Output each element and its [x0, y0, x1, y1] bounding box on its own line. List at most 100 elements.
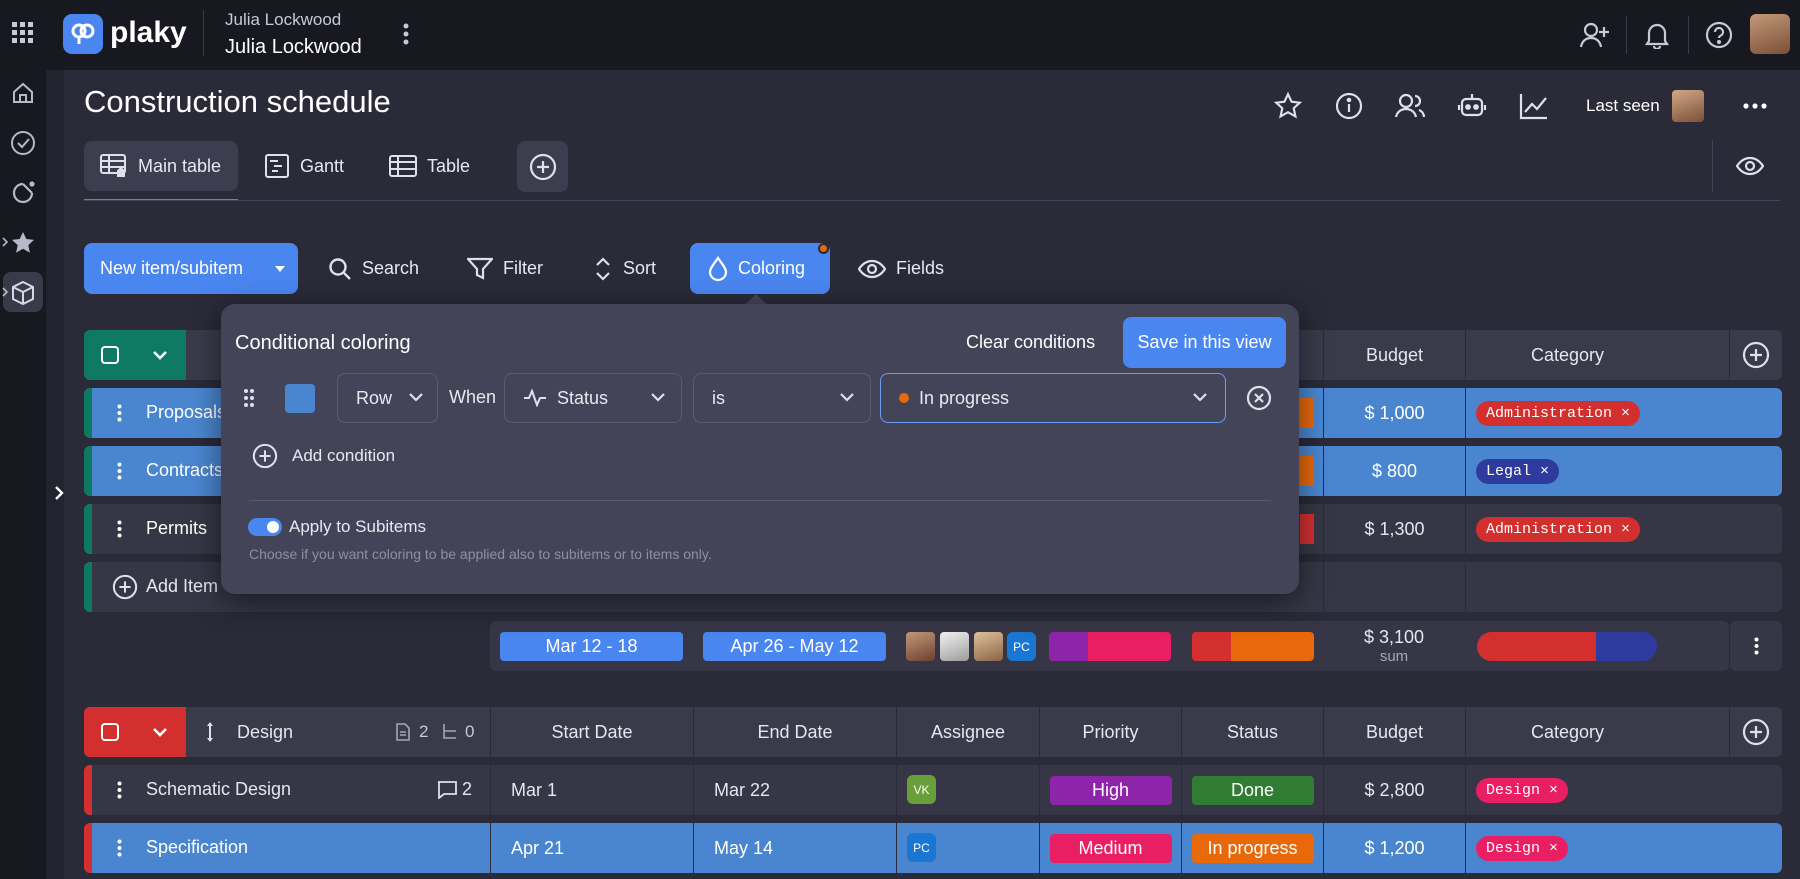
add-view-button[interactable]: [517, 141, 568, 192]
row-menu-icon[interactable]: [114, 402, 124, 424]
row-name[interactable]: Contracts: [146, 460, 223, 481]
help-icon[interactable]: [1702, 18, 1736, 52]
summary-end-range[interactable]: Apr 26 - May 12: [703, 632, 886, 661]
row-menu-icon[interactable]: [114, 837, 124, 859]
board-members-icon[interactable]: [1393, 90, 1427, 122]
row-priority-cell[interactable]: High: [1039, 765, 1181, 815]
assignee-avatar[interactable]: [906, 632, 935, 661]
operator-select-dropdown[interactable]: is: [693, 373, 871, 423]
value-select-dropdown[interactable]: In progress: [880, 373, 1226, 423]
board-more-icon[interactable]: [1740, 92, 1770, 120]
category-tag[interactable]: Legal ×: [1476, 458, 1560, 484]
my-work-check-icon[interactable]: [8, 128, 38, 158]
end-date-header[interactable]: End Date: [693, 707, 896, 757]
status-label[interactable]: In progress: [1191, 833, 1314, 863]
assignee-avatar[interactable]: [974, 632, 1003, 661]
summary-more-icon[interactable]: [1730, 621, 1782, 671]
row-category-cell[interactable]: Design ×: [1465, 823, 1717, 873]
filter-button[interactable]: Filter: [467, 243, 543, 294]
row-category-cell[interactable]: Design ×: [1465, 765, 1717, 815]
workspace-cube-icon[interactable]: [8, 278, 38, 308]
color-swatch[interactable]: [285, 384, 315, 413]
favorite-star-icon[interactable]: [1272, 90, 1304, 122]
category-distribution-bar[interactable]: [1477, 632, 1657, 661]
row-budget[interactable]: $ 2,800: [1323, 765, 1465, 815]
row-assignee-cell[interactable]: PC: [896, 823, 1039, 873]
plaky-logo-icon[interactable]: [63, 14, 103, 54]
category-header[interactable]: Category: [1465, 707, 1669, 757]
add-condition-button[interactable]: Add condition: [292, 446, 395, 466]
budget-header[interactable]: Budget: [1323, 707, 1465, 757]
user-avatar[interactable]: [1750, 14, 1790, 54]
row-name[interactable]: Specification: [146, 837, 248, 858]
row-budget[interactable]: $ 1,000: [1323, 388, 1465, 438]
row-menu-icon[interactable]: [114, 518, 124, 540]
board-info-icon[interactable]: [1333, 90, 1365, 122]
assignee-chip[interactable]: VK: [907, 775, 936, 804]
row-select-dropdown[interactable]: Row: [337, 373, 438, 423]
apply-subitems-toggle[interactable]: [248, 518, 282, 536]
row-menu-icon[interactable]: [114, 460, 124, 482]
add-item-plus-icon[interactable]: [112, 574, 138, 600]
status-header[interactable]: Status: [1181, 707, 1323, 757]
row-name[interactable]: Permits: [146, 518, 207, 539]
status-label[interactable]: Done: [1191, 775, 1314, 805]
brand-name[interactable]: plaky: [110, 16, 187, 50]
table-row[interactable]: Specification Apr 21 May 14 PC Medium In…: [84, 823, 1782, 873]
invite-user-icon[interactable]: [1578, 18, 1612, 52]
view-visibility-eye-icon[interactable]: [1734, 150, 1766, 182]
priority-label[interactable]: Medium: [1049, 833, 1172, 863]
priority-distribution-bar[interactable]: [1049, 632, 1171, 661]
save-in-view-button[interactable]: Save in this view: [1123, 317, 1286, 368]
start-date-header[interactable]: Start Date: [490, 707, 693, 757]
workspace-more-icon[interactable]: [398, 20, 414, 48]
fields-button[interactable]: Fields: [858, 243, 944, 294]
group1-category-header[interactable]: Category: [1465, 330, 1669, 380]
tab-table[interactable]: Table: [389, 141, 470, 191]
last-seen-avatar[interactable]: [1672, 90, 1704, 122]
row-status-cell[interactable]: In progress: [1181, 823, 1323, 873]
assignee-avatar[interactable]: [940, 632, 969, 661]
add-condition-plus-icon[interactable]: [251, 442, 279, 470]
home-icon[interactable]: [8, 78, 38, 108]
clear-conditions-button[interactable]: Clear conditions: [966, 332, 1095, 353]
tab-main-table[interactable]: Main table: [84, 141, 238, 191]
condition-drag-handle-icon[interactable]: [241, 386, 257, 410]
coloring-button[interactable]: Coloring: [690, 243, 830, 294]
assignee-header[interactable]: Assignee: [896, 707, 1039, 757]
group2-collapse-chevron-icon[interactable]: [150, 723, 170, 741]
row-end-date[interactable]: Mar 22: [693, 765, 896, 815]
comments-icon[interactable]: [437, 780, 457, 800]
assignee-chip[interactable]: PC: [1007, 632, 1036, 661]
favorites-star-icon[interactable]: [8, 228, 38, 258]
row-menu-icon[interactable]: [114, 779, 124, 801]
row-budget[interactable]: $ 1,200: [1323, 823, 1465, 873]
row-start-date[interactable]: Mar 1: [490, 765, 693, 815]
table-row[interactable]: Schematic Design 2 Mar 1 Mar 22 VK High …: [84, 765, 1782, 815]
status-distribution-bar[interactable]: [1192, 632, 1314, 661]
group2-add-column-button[interactable]: [1730, 707, 1782, 757]
workspace-name[interactable]: Julia Lockwood: [225, 36, 362, 59]
new-item-button[interactable]: New item/subitem: [84, 243, 298, 294]
category-tag[interactable]: Design ×: [1476, 777, 1569, 803]
row-assignee-cell[interactable]: VK: [896, 765, 1039, 815]
apps-grid-icon[interactable]: [10, 20, 36, 46]
priority-header[interactable]: Priority: [1039, 707, 1181, 757]
row-end-date[interactable]: May 14: [693, 823, 896, 873]
new-item-dropdown-caret-icon[interactable]: [270, 259, 290, 279]
tab-gantt[interactable]: Gantt: [264, 141, 344, 191]
row-priority-cell[interactable]: Medium: [1039, 823, 1181, 873]
recent-activity-icon[interactable]: [8, 178, 38, 208]
field-select-dropdown[interactable]: Status: [504, 373, 682, 423]
category-tag[interactable]: Administration ×: [1476, 400, 1641, 426]
row-category-cell[interactable]: Legal ×: [1465, 446, 1717, 496]
priority-label[interactable]: High: [1049, 775, 1172, 805]
group2-drag-handle-icon[interactable]: [204, 720, 216, 744]
dashboard-chart-icon[interactable]: [1517, 90, 1551, 122]
row-category-cell[interactable]: Administration ×: [1465, 504, 1717, 554]
group2-name[interactable]: Design: [237, 722, 293, 743]
summary-start-range[interactable]: Mar 12 - 18: [500, 632, 683, 661]
sort-button[interactable]: Sort: [593, 243, 656, 294]
row-budget[interactable]: $ 1,300: [1323, 504, 1465, 554]
group1-add-column-button[interactable]: [1730, 330, 1782, 380]
